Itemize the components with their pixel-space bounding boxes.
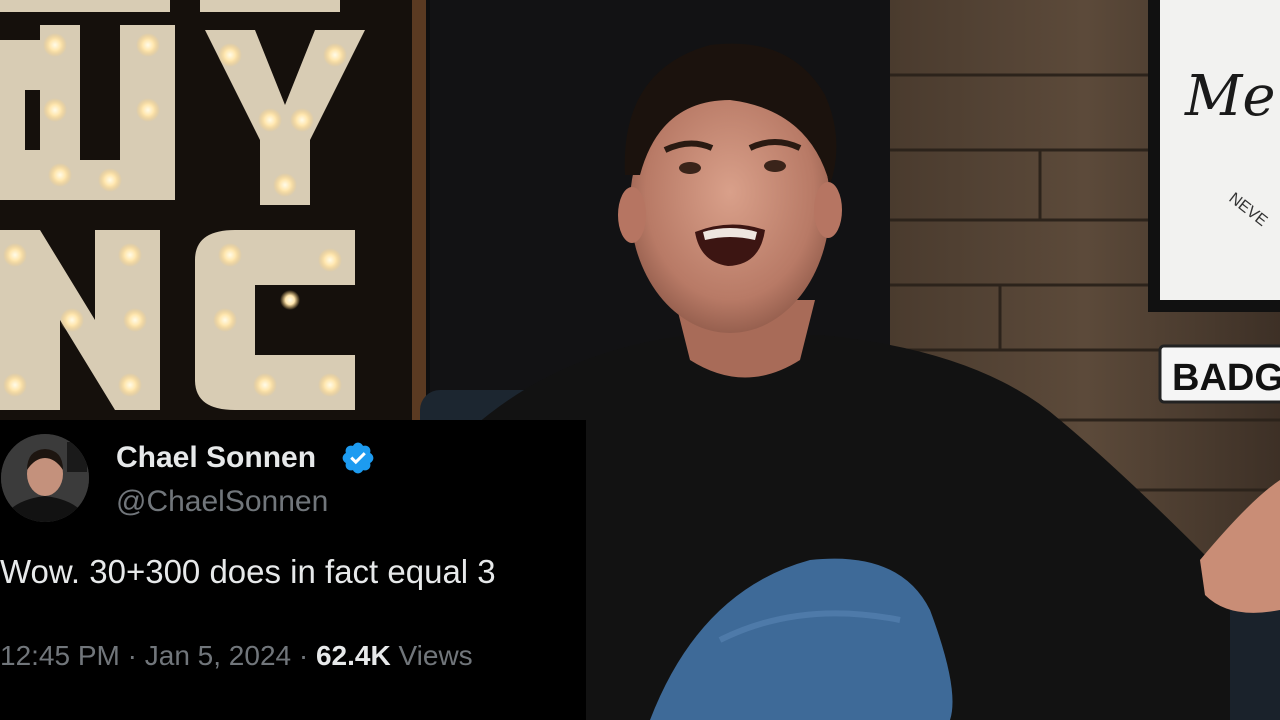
avatar[interactable] [1,434,89,522]
tweet-date[interactable]: Jan 5, 2024 [145,640,291,671]
tweet-text: Wow. 30+300 does in fact equal 3 [0,553,496,590]
handle[interactable]: @ChaelSonnen [116,484,328,520]
marquee-sign [0,0,426,420]
tweet-card: Chael Sonnen @ChaelSonnen Wow. 30+300 do… [0,420,586,720]
tweet-time[interactable]: 12:45 PM [0,640,120,671]
meta-separator: · [291,640,316,671]
avatar-image [1,434,89,522]
wall-sign-text: Me [1184,64,1275,129]
tweet-meta: 12:45 PM · Jan 5, 2024 · 62.4K Views [0,638,473,674]
tweet-header: Chael Sonnen @ChaelSonnen [0,428,586,522]
display-name[interactable]: Chael Sonnen [116,440,316,476]
badge-plate-text: BADG [1172,357,1280,399]
meta-separator: · [119,640,145,671]
views-label: Views [390,640,473,671]
verified-badge-icon [342,442,374,474]
views-count[interactable]: 62.4K [316,640,391,671]
